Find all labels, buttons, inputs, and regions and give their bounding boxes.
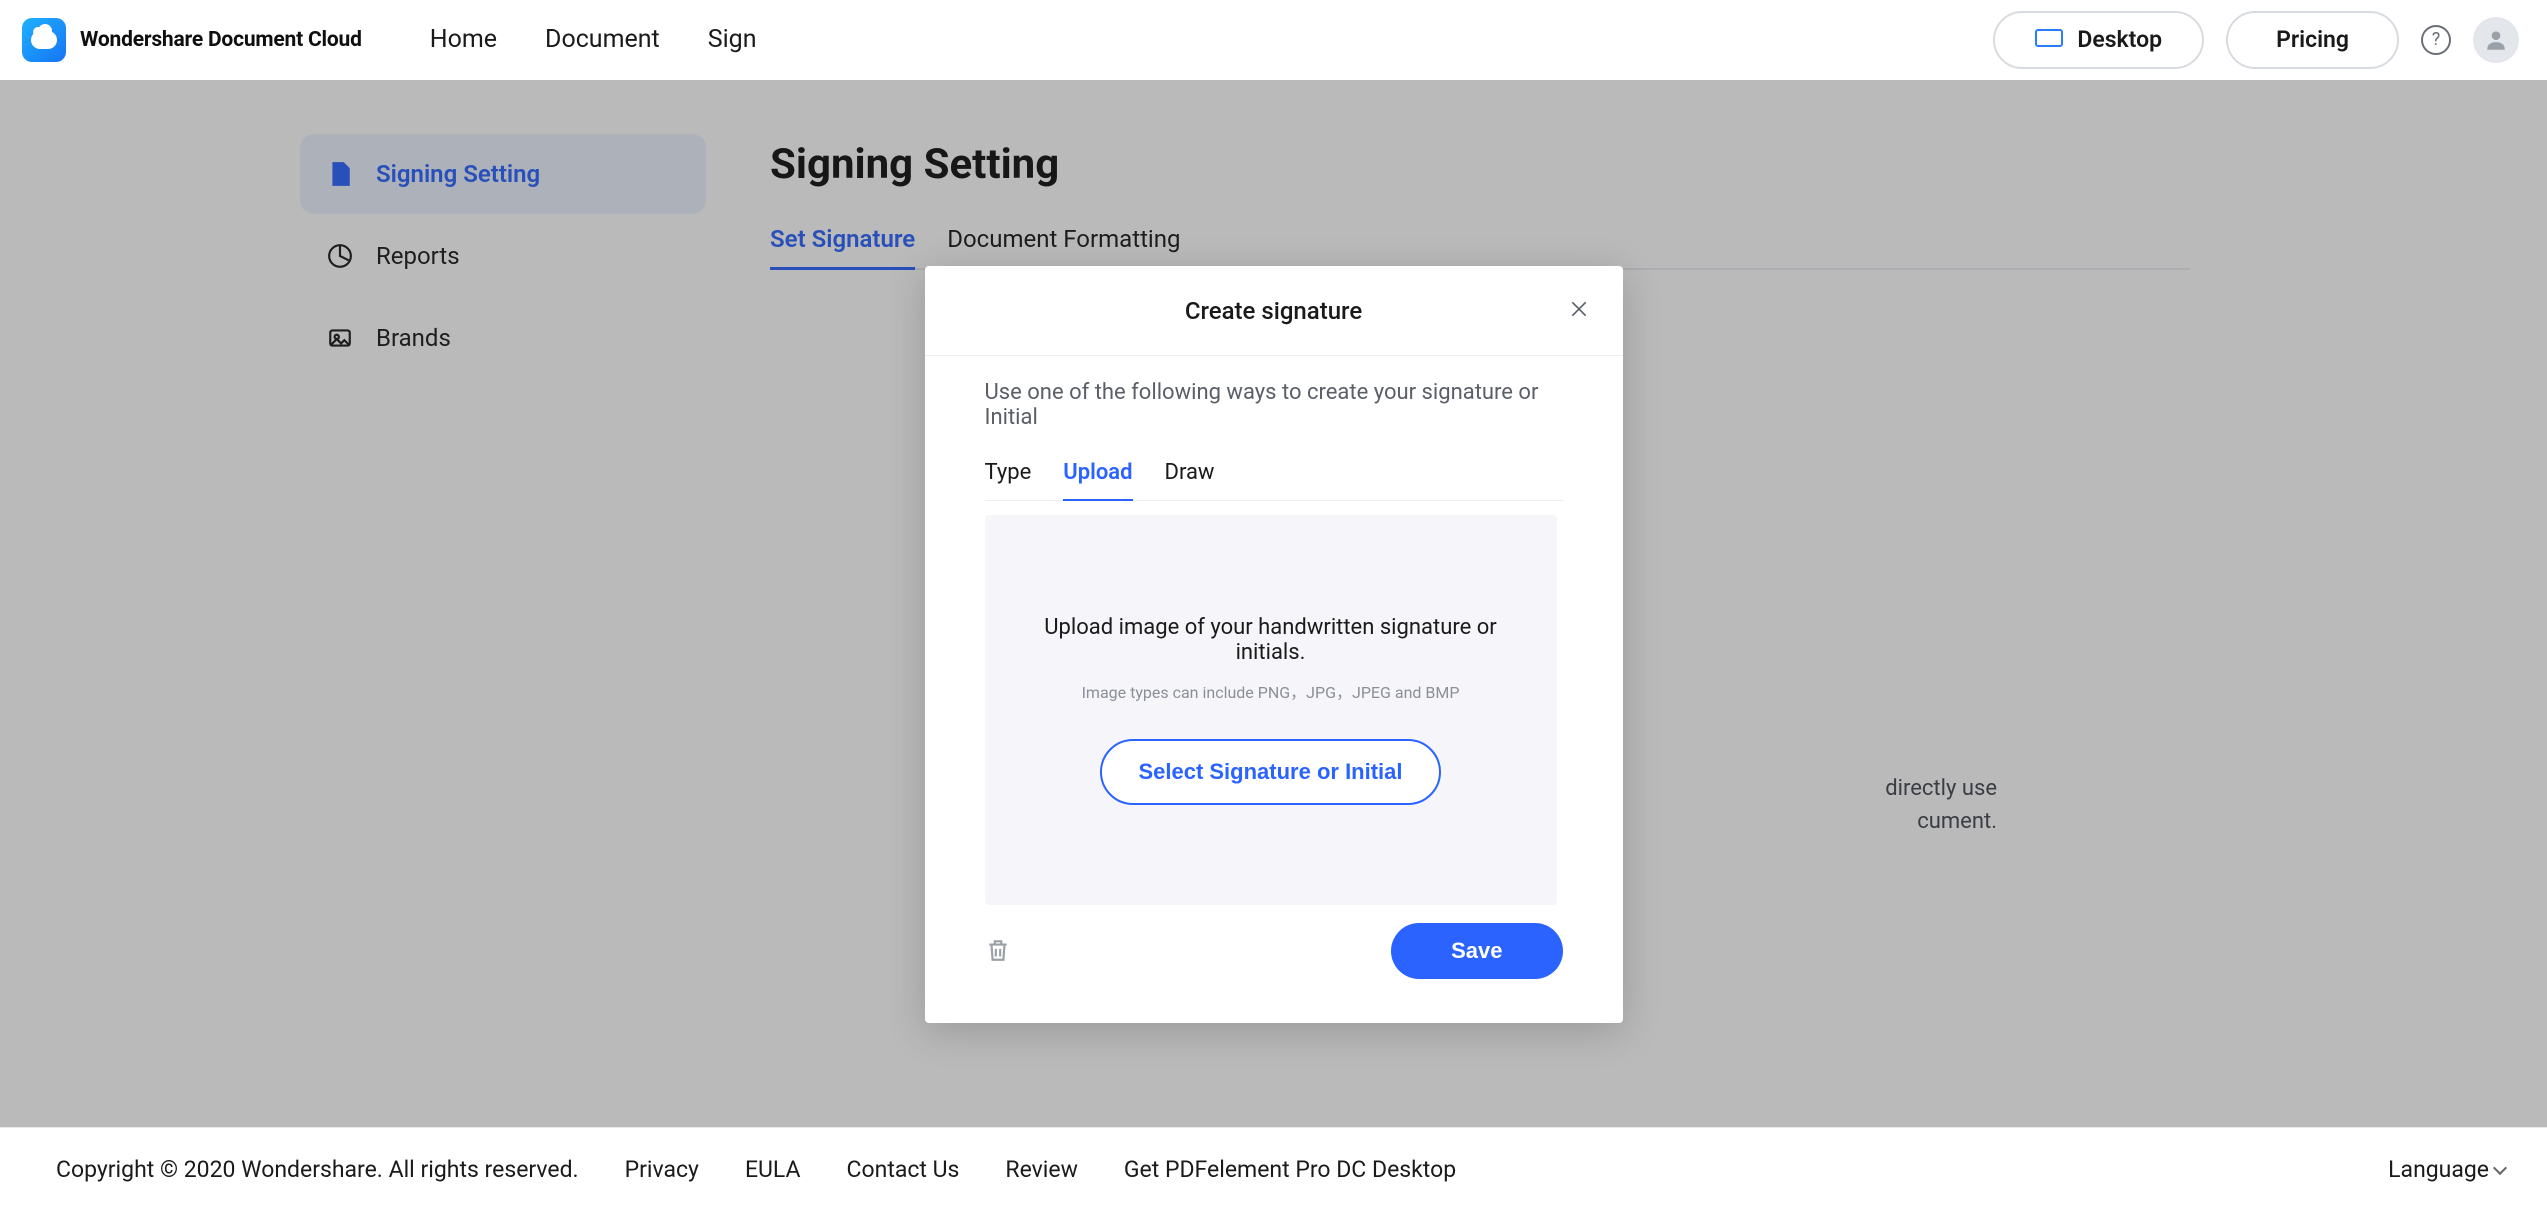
pricing-button[interactable]: Pricing bbox=[2226, 11, 2399, 69]
brand-name: Wondershare Document Cloud bbox=[80, 28, 362, 52]
nav-home[interactable]: Home bbox=[430, 25, 497, 54]
logo-icon bbox=[22, 18, 66, 62]
footer-link-privacy[interactable]: Privacy bbox=[625, 1156, 699, 1183]
brand-logo[interactable]: Wondershare Document Cloud bbox=[22, 18, 362, 62]
header-actions: Desktop Pricing ? bbox=[1993, 11, 2519, 69]
upload-panel: Upload image of your handwritten signatu… bbox=[985, 515, 1557, 905]
delete-button[interactable] bbox=[985, 937, 1011, 965]
close-icon bbox=[1569, 299, 1589, 319]
modal-footer: Save bbox=[925, 905, 1623, 979]
footer-copyright: Copyright © 2020 Wondershare. All rights… bbox=[56, 1156, 579, 1183]
modal-body: Use one of the following ways to create … bbox=[925, 356, 1623, 905]
avatar[interactable] bbox=[2473, 17, 2519, 63]
save-button[interactable]: Save bbox=[1391, 923, 1562, 979]
footer: Copyright © 2020 Wondershare. All rights… bbox=[0, 1127, 2547, 1211]
app-header: Wondershare Document Cloud Home Document… bbox=[0, 0, 2547, 80]
footer-link-contact[interactable]: Contact Us bbox=[847, 1156, 960, 1183]
modal-tab-draw[interactable]: Draw bbox=[1165, 460, 1215, 501]
trash-icon bbox=[985, 937, 1011, 963]
background-partial-text: directly use cument. bbox=[1885, 772, 1997, 838]
create-signature-modal: Create signature Use one of the followin… bbox=[925, 266, 1623, 1023]
modal-description: Use one of the following ways to create … bbox=[985, 380, 1563, 430]
modal-overlay: directly use cument. Create signature Us… bbox=[0, 80, 2547, 1127]
help-icon[interactable]: ? bbox=[2421, 25, 2451, 55]
main-nav: Home Document Sign bbox=[430, 25, 757, 54]
select-signature-button[interactable]: Select Signature or Initial bbox=[1100, 739, 1440, 805]
modal-tab-type[interactable]: Type bbox=[985, 460, 1032, 501]
modal-tabs: Type Upload Draw bbox=[985, 460, 1563, 501]
footer-link-eula[interactable]: EULA bbox=[745, 1156, 801, 1183]
upload-main-text: Upload image of your handwritten signatu… bbox=[1021, 615, 1521, 665]
desktop-button[interactable]: Desktop bbox=[1993, 11, 2204, 69]
modal-title: Create signature bbox=[1185, 297, 1362, 325]
nav-document[interactable]: Document bbox=[545, 25, 660, 54]
modal-header: Create signature bbox=[925, 266, 1623, 356]
close-button[interactable] bbox=[1563, 291, 1595, 331]
upload-hint-text: Image types can include PNG，JPG，JPEG and… bbox=[1082, 679, 1460, 703]
footer-link-get-desktop[interactable]: Get PDFelement Pro DC Desktop bbox=[1124, 1156, 1456, 1183]
modal-tab-upload[interactable]: Upload bbox=[1063, 460, 1132, 501]
footer-link-review[interactable]: Review bbox=[1005, 1156, 1077, 1183]
language-label: Language bbox=[2388, 1156, 2489, 1183]
footer-links: Privacy EULA Contact Us Review Get PDFel… bbox=[625, 1156, 1457, 1183]
monitor-icon bbox=[2035, 29, 2063, 51]
nav-sign[interactable]: Sign bbox=[708, 25, 757, 54]
language-selector[interactable]: Language bbox=[2388, 1156, 2505, 1183]
pricing-button-label: Pricing bbox=[2276, 26, 2349, 53]
desktop-button-label: Desktop bbox=[2077, 26, 2162, 53]
chevron-down-icon bbox=[2493, 1160, 2507, 1174]
